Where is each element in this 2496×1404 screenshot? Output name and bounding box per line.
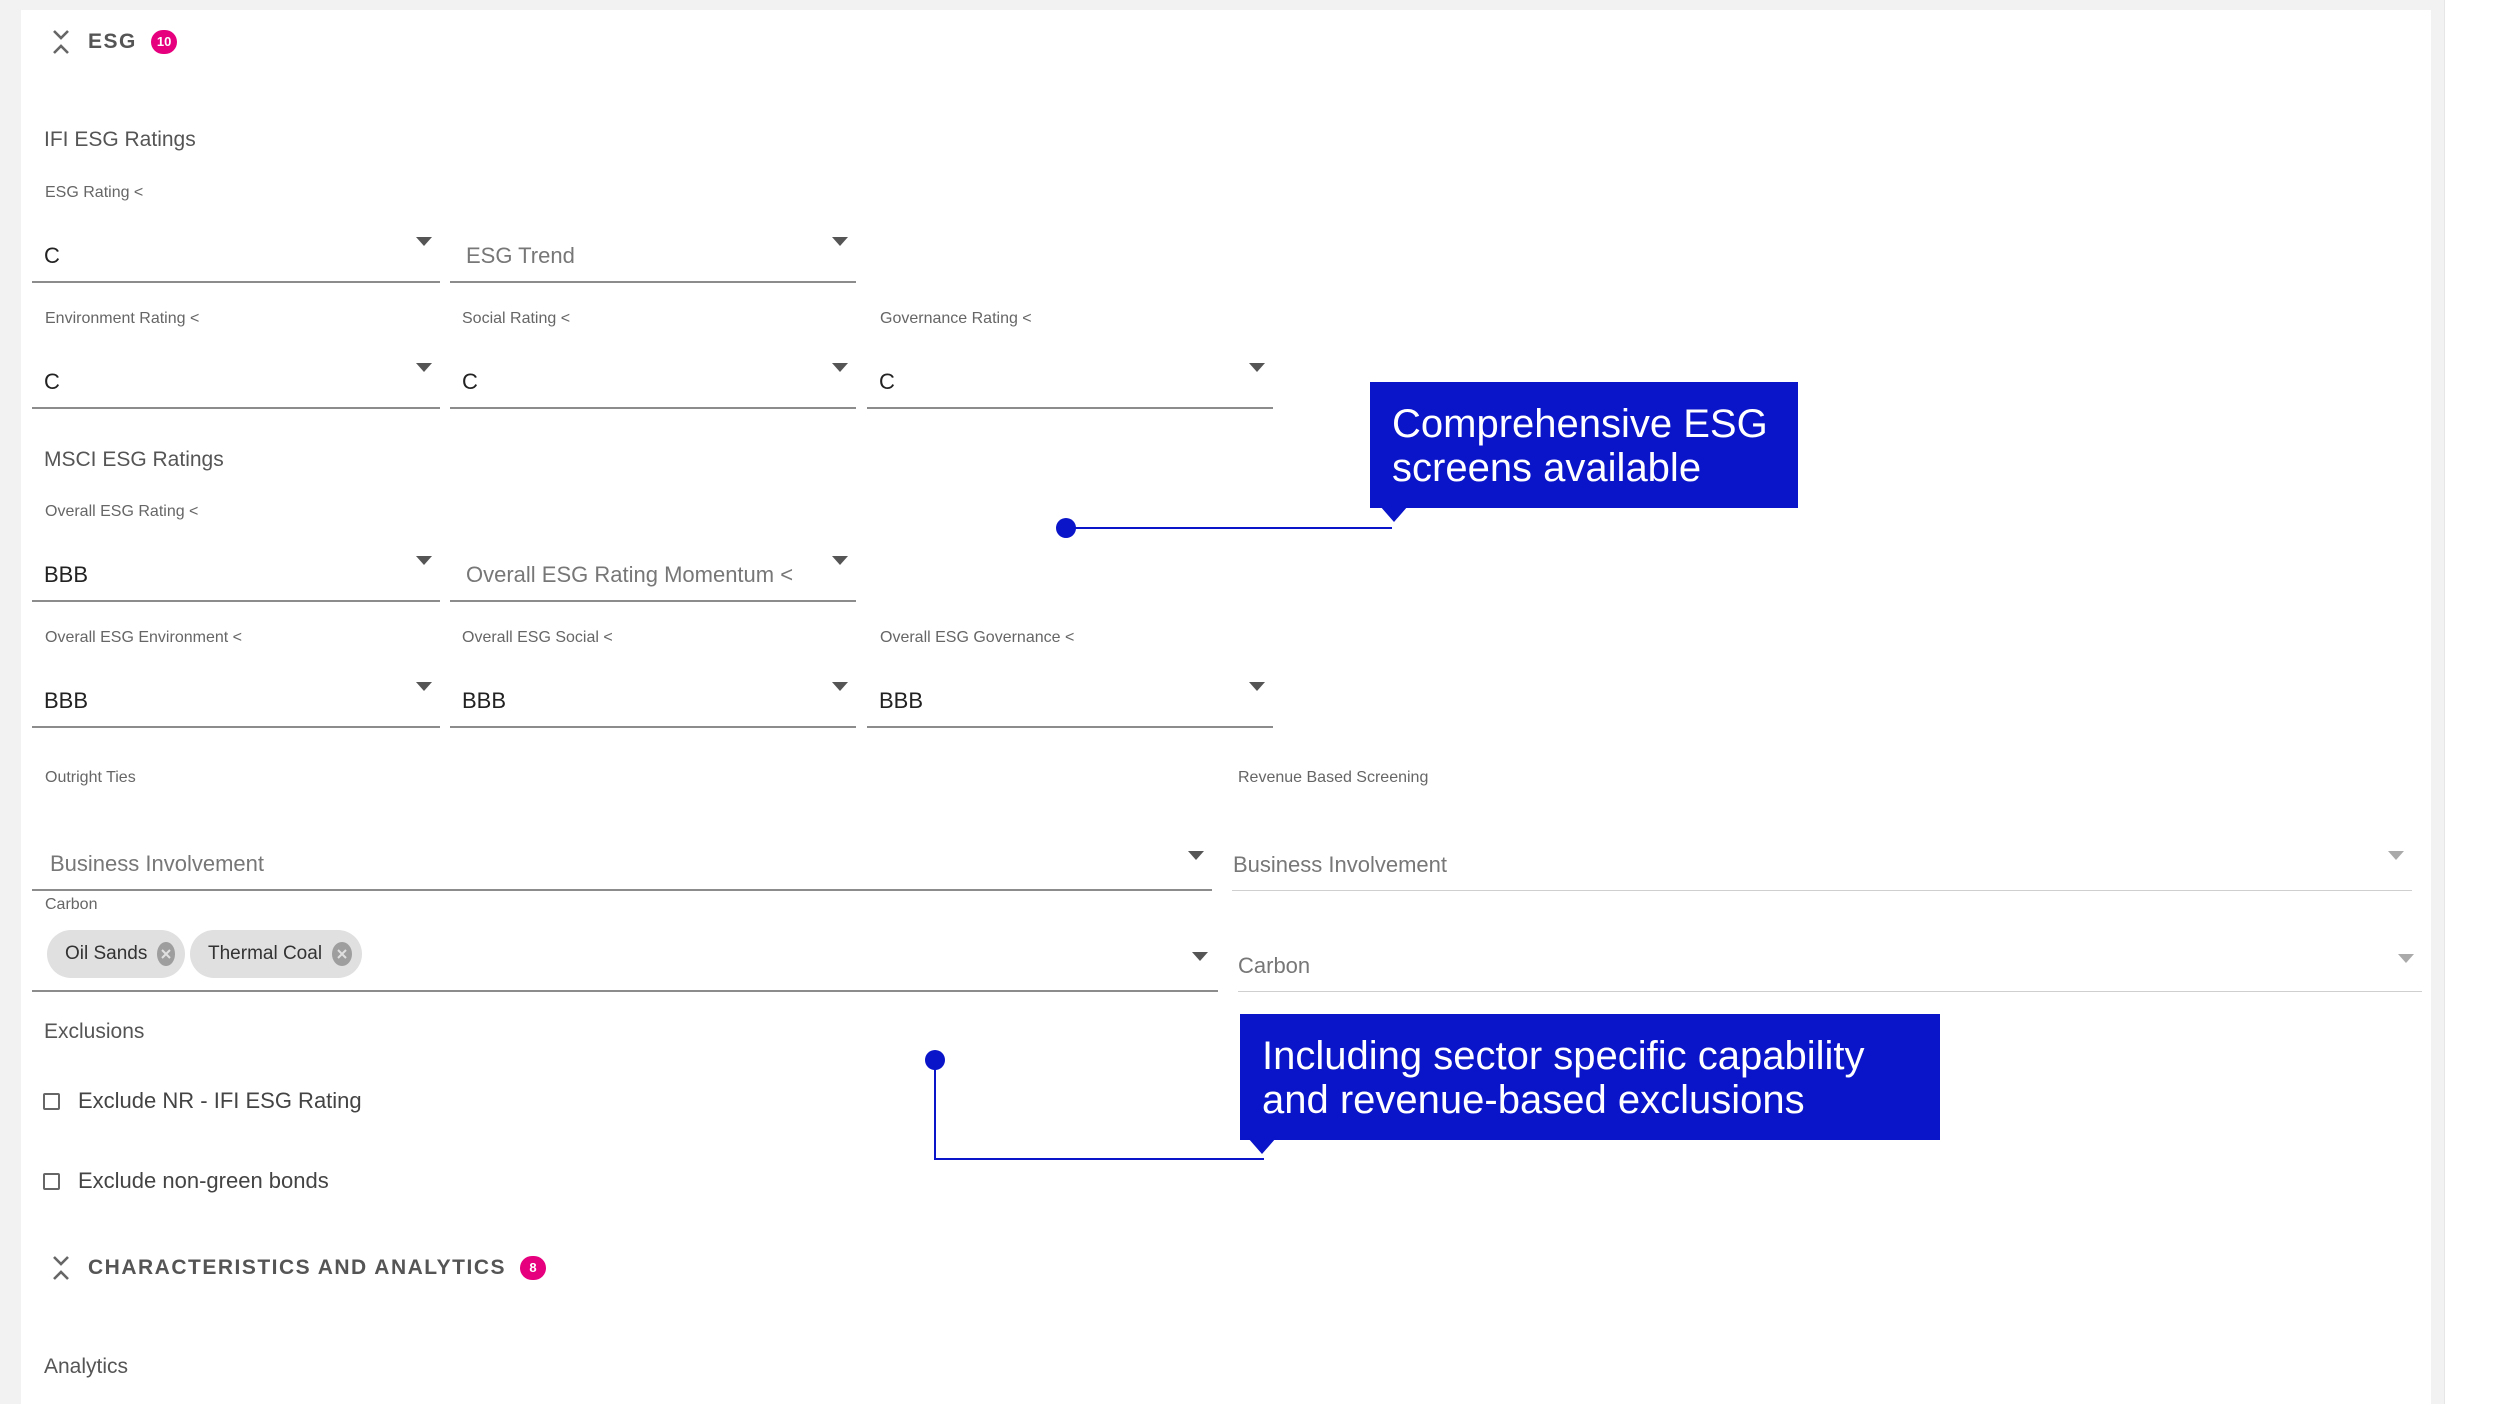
caret-down-icon	[416, 363, 432, 372]
social-rating-label: Social Rating <	[462, 310, 571, 327]
revenue-carbon-placeholder: Carbon	[1238, 953, 1311, 978]
callout-line: Including sector specific capability	[1262, 1034, 1865, 1078]
overall-esg-momentum-select[interactable]: Overall ESG Rating Momentum <	[450, 542, 856, 602]
callout-comprehensive-esg: Comprehensive ESG screens available	[1370, 382, 1798, 508]
overall-esg-governance-select[interactable]: BBB	[867, 668, 1273, 728]
right-scroll-strip	[2444, 0, 2496, 1404]
caret-down-icon	[832, 363, 848, 372]
collapse-icon[interactable]	[50, 1253, 72, 1283]
revenue-carbon-select[interactable]: Carbon	[1238, 932, 2422, 992]
caret-down-icon	[1188, 851, 1204, 860]
social-rating-value: C	[462, 369, 478, 394]
caret-down-icon	[832, 556, 848, 565]
revenue-business-involvement-placeholder: Business Involvement	[1233, 852, 1447, 877]
environment-rating-label: Environment Rating <	[45, 310, 200, 327]
overall-esg-social-select[interactable]: BBB	[450, 668, 856, 728]
esg-rating-select[interactable]: C	[32, 223, 440, 283]
caret-down-icon	[2398, 954, 2414, 963]
callout-tail	[1248, 1138, 1276, 1154]
esg-trend-select[interactable]: ESG Trend	[450, 223, 856, 283]
esg-rating-value: C	[44, 243, 60, 268]
overall-esg-rating-value: BBB	[44, 562, 89, 587]
governance-rating-select[interactable]: C	[867, 349, 1273, 409]
overall-esg-environment-label: Overall ESG Environment <	[45, 629, 242, 646]
callout-sector-exclusions: Including sector specific capability and…	[1240, 1014, 1940, 1140]
chip-oil-sands: Oil Sands	[47, 930, 185, 978]
chip-label: Oil Sands	[65, 943, 148, 964]
ifi-group-title: IFI ESG Ratings	[44, 128, 196, 151]
chip-label: Thermal Coal	[208, 943, 323, 964]
exclude-non-green-label: Exclude non-green bonds	[78, 1168, 329, 1193]
exclude-non-green-checkbox[interactable]	[43, 1172, 60, 1190]
caret-down-icon	[416, 237, 432, 246]
overall-esg-environment-value: BBB	[44, 688, 89, 713]
overall-esg-social-value: BBB	[462, 688, 507, 713]
characteristics-count-badge: 8	[520, 1256, 547, 1280]
exclude-nr-row[interactable]: Exclude NR - IFI ESG Rating	[43, 1088, 362, 1114]
outright-business-involvement-select[interactable]: Business Involvement	[32, 831, 1212, 891]
revenue-business-involvement-select[interactable]: Business Involvement	[1232, 831, 2412, 891]
close-circle-icon[interactable]	[332, 942, 352, 966]
overall-esg-rating-label: Overall ESG Rating <	[45, 503, 199, 520]
esg-trend-placeholder: ESG Trend	[466, 243, 575, 268]
overall-esg-social-label: Overall ESG Social <	[462, 629, 613, 646]
outright-business-involvement-placeholder: Business Involvement	[50, 851, 264, 876]
close-circle-icon[interactable]	[157, 942, 175, 966]
overall-esg-environment-select[interactable]: BBB	[32, 668, 440, 728]
overall-esg-rating-select[interactable]: BBB	[32, 542, 440, 602]
esg-rating-label: ESG Rating <	[45, 184, 144, 201]
governance-rating-label: Governance Rating <	[880, 310, 1032, 327]
caret-down-icon	[416, 682, 432, 691]
exclude-nr-label: Exclude NR - IFI ESG Rating	[78, 1088, 362, 1113]
overall-esg-governance-label: Overall ESG Governance <	[880, 629, 1075, 646]
callout-connector	[1066, 527, 1392, 529]
callout-connector-horizontal	[934, 1158, 1264, 1160]
outright-ties-label: Outright Ties	[45, 769, 136, 786]
caret-down-icon	[832, 237, 848, 246]
exclude-non-green-row[interactable]: Exclude non-green bonds	[43, 1168, 329, 1194]
msci-group-title: MSCI ESG Ratings	[44, 448, 224, 471]
characteristics-section-title: CHARACTERISTICS AND ANALYTICS	[88, 1256, 507, 1279]
environment-rating-select[interactable]: C	[32, 349, 440, 409]
characteristics-section-header[interactable]: CHARACTERISTICS AND ANALYTICS 8	[50, 1248, 547, 1288]
callout-line: Comprehensive ESG	[1392, 402, 1768, 446]
governance-rating-value: C	[879, 369, 895, 394]
callout-connector-vertical	[934, 1060, 936, 1160]
revenue-screening-label: Revenue Based Screening	[1238, 769, 1429, 786]
callout-line: and revenue-based exclusions	[1262, 1078, 1805, 1122]
social-rating-select[interactable]: C	[450, 349, 856, 409]
chip-thermal-coal: Thermal Coal	[190, 930, 362, 978]
carbon-label: Carbon	[45, 896, 98, 913]
caret-down-icon	[416, 556, 432, 565]
overall-esg-governance-value: BBB	[879, 688, 924, 713]
esg-section-title: ESG	[88, 30, 137, 53]
caret-down-icon	[832, 682, 848, 691]
exclude-nr-checkbox[interactable]	[43, 1092, 60, 1110]
collapse-icon[interactable]	[50, 27, 72, 57]
overall-esg-momentum-placeholder: Overall ESG Rating Momentum <	[466, 562, 794, 587]
caret-down-icon	[2388, 851, 2404, 860]
analytics-title: Analytics	[44, 1355, 129, 1378]
callout-line: screens available	[1392, 446, 1702, 490]
callout-tail	[1380, 506, 1408, 522]
caret-down-icon	[1249, 363, 1265, 372]
esg-count-badge: 10	[150, 30, 178, 54]
caret-down-icon	[1249, 682, 1265, 691]
environment-rating-value: C	[44, 369, 60, 394]
esg-section-header[interactable]: ESG 10	[50, 22, 178, 62]
exclusions-title: Exclusions	[44, 1020, 145, 1043]
caret-down-icon	[1192, 952, 1208, 961]
